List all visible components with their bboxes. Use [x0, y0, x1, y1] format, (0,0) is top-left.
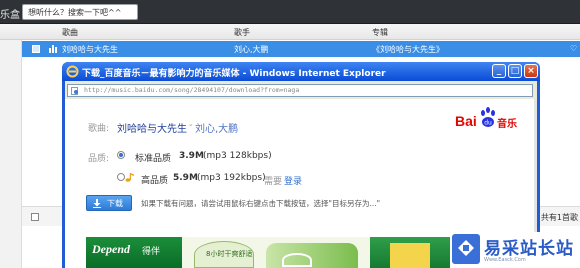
download-arrow-icon [93, 199, 101, 208]
row-song-title[interactable]: 刘哈哈与大先生 [62, 44, 118, 55]
baidu-music-logo[interactable]: Bai du 音乐 [455, 107, 517, 133]
watermark-text: 易采站长站 [484, 239, 574, 259]
baidu-logo-text: Bai [455, 113, 477, 129]
music-note-icon [125, 173, 134, 182]
page-icon [71, 87, 78, 95]
need-text: 需要 [264, 177, 283, 187]
ad-ring-graphic [282, 253, 312, 267]
window-title: 下载_百度音乐－最有影响力的音乐媒体 - Windows Internet Ex… [82, 69, 386, 79]
high-quality-radio[interactable] [117, 173, 125, 181]
url-text: http://music.baidu.com/song/28494107/dow… [84, 86, 300, 94]
heart-icon[interactable]: ♡ [570, 44, 577, 53]
table-row[interactable]: 刘哈哈与大先生 刘心,大鹏 《刘哈哈与大先生》 ♡ [22, 41, 580, 57]
ie-logo-icon [66, 65, 79, 78]
title-separator: - [189, 120, 193, 131]
song-label: 歌曲: [88, 124, 110, 134]
quality-label: 品质: [88, 154, 110, 164]
download-button-label: 下载 [107, 199, 123, 208]
url-field[interactable]: http://music.baidu.com/song/28494107/dow… [67, 84, 533, 97]
login-link[interactable]: 登录 [284, 174, 302, 187]
app-title: 乐盒 [0, 10, 20, 21]
row-album[interactable]: 《刘哈哈与大先生》 [372, 44, 444, 55]
ad-brand: Depend [92, 242, 130, 256]
window-title-bar[interactable]: 下载_百度音乐－最有影响力的音乐媒体 - Windows Internet Ex… [62, 62, 540, 81]
high-quality-format: (mp3 192kbps) [197, 173, 266, 183]
search-input[interactable]: 想听什么？搜索一下吧^^ [22, 4, 138, 20]
column-artist[interactable]: 歌手 [234, 27, 250, 38]
song-count: 共有1首歌 [540, 213, 578, 222]
ad-product-box [390, 243, 430, 268]
left-sidebar [0, 40, 22, 268]
artist-link[interactable]: 刘心,大鹏 [195, 120, 238, 135]
row-artist[interactable]: 刘心,大鹏 [234, 44, 269, 55]
baidu-logo-yue: 音乐 [497, 119, 517, 130]
standard-quality-name: 标准品质 [135, 154, 172, 164]
song-title-link[interactable]: 刘哈哈与大先生 [117, 120, 187, 135]
standard-quality-size: 3.9M [179, 151, 204, 161]
baidu-paw-icon: du [481, 107, 495, 127]
column-song[interactable]: 歌曲 [62, 27, 78, 38]
select-all-checkbox[interactable] [31, 213, 39, 221]
song-list-header: 歌曲 歌手 专辑 [0, 24, 580, 40]
watermark: 易采站长站 Www.Easck.Com [450, 232, 580, 268]
download-tip: 如果下载有问题，请尝试用鼠标右键点击下载按钮，选择"目标另存为..." [141, 199, 381, 208]
watermark-subtext: Www.Easck.Com [484, 257, 526, 263]
column-album[interactable]: 专辑 [372, 27, 388, 38]
close-button[interactable]: × [524, 64, 538, 78]
high-quality-size: 5.9M [173, 173, 198, 183]
ad-brand-cn: 得伴 [142, 247, 161, 257]
watermark-logo-icon [452, 234, 480, 264]
minimize-button[interactable]: _ [492, 64, 506, 78]
standard-quality-radio[interactable] [117, 151, 125, 159]
ad-graphic [266, 243, 358, 268]
maximize-button[interactable]: □ [508, 64, 522, 78]
address-bar: http://music.baidu.com/song/28494107/dow… [65, 81, 537, 99]
ad-brand-panel: Depend 得伴 [86, 237, 182, 268]
player-top-bar: 乐盒 想听什么？搜索一下吧^^ [0, 0, 580, 24]
row-checkbox[interactable] [32, 45, 40, 53]
svg-text:du: du [484, 120, 492, 127]
high-quality-name: 高品质 [141, 176, 169, 186]
search-placeholder: 想听什么？搜索一下吧^^ [28, 8, 122, 17]
standard-quality-format: (mp3 128kbps) [203, 151, 272, 161]
download-button[interactable]: 下载 [86, 195, 132, 211]
playing-bars-icon [49, 45, 57, 53]
ad-slogan: 8小时干爽舒适 [206, 250, 253, 258]
